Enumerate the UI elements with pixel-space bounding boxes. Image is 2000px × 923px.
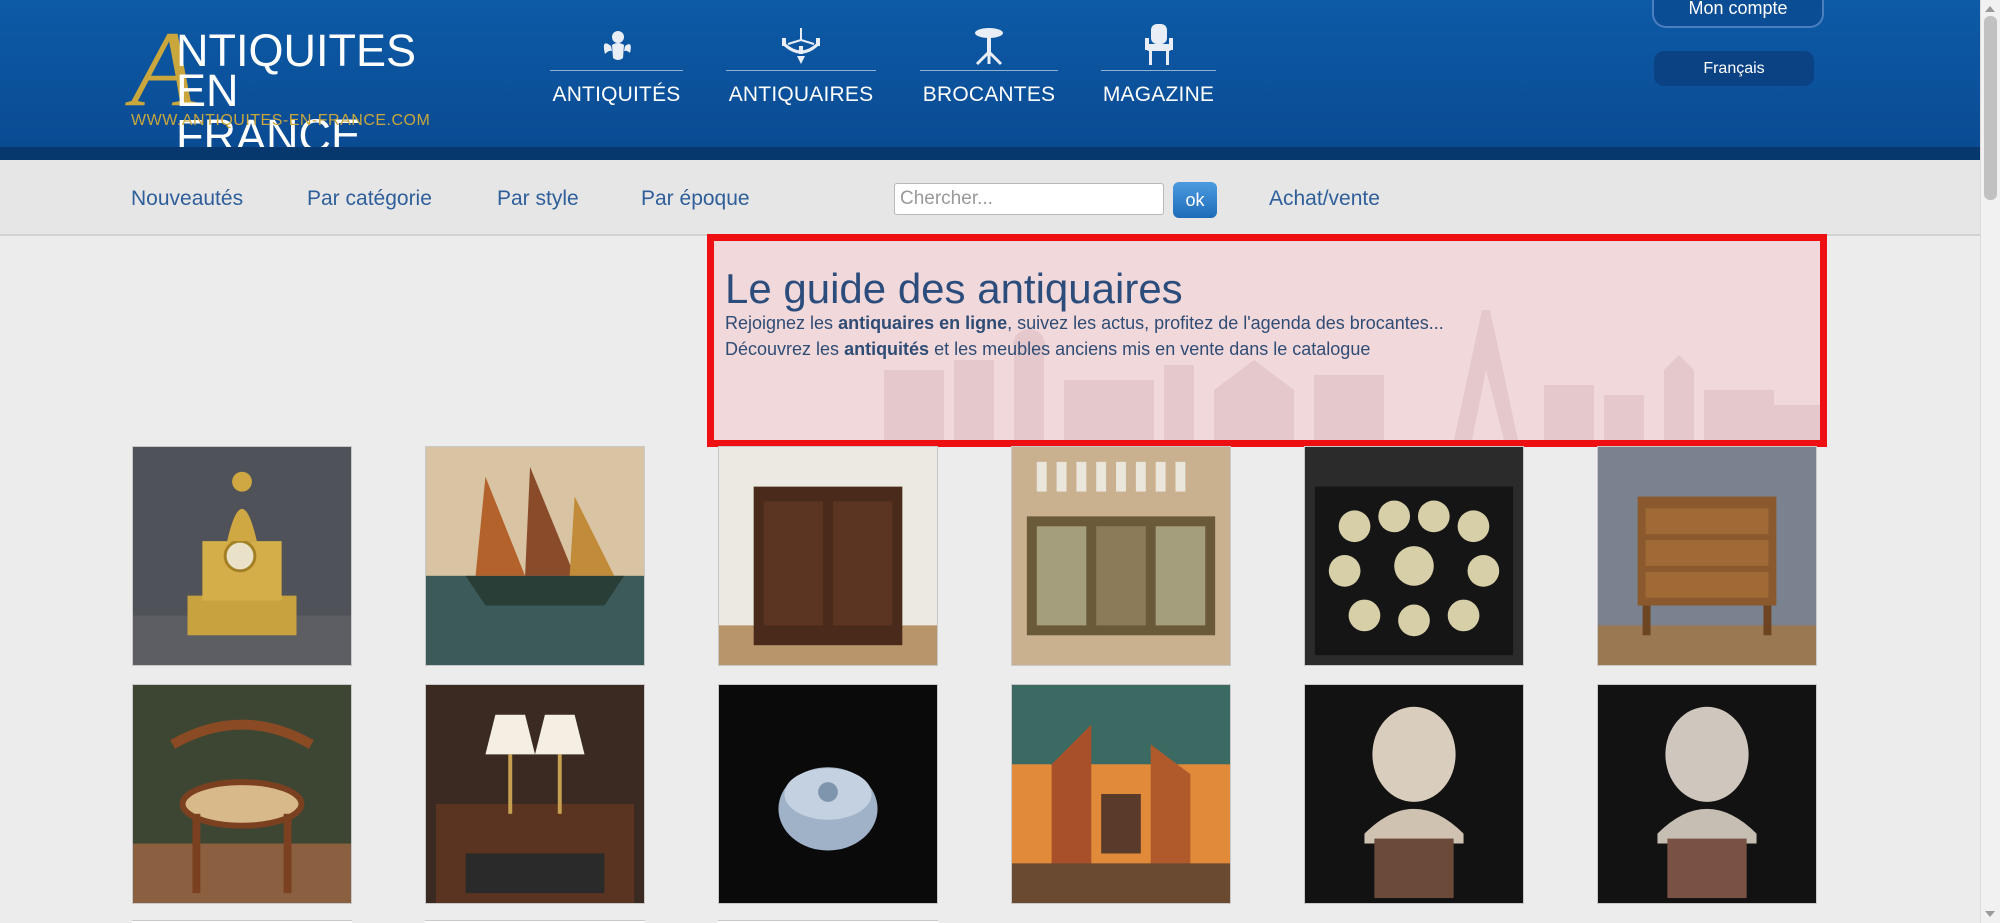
product-grid (132, 446, 1822, 923)
product-thumbnail-writing-desk-with-lamps[interactable] (425, 684, 645, 904)
product-thumbnail-child-bust-sculpture-1[interactable] (1304, 684, 1524, 904)
pedestal-table-icon (975, 28, 1003, 66)
hero-title: Le guide des antiquaires (725, 265, 1183, 312)
product-thumbnail-child-bust-sculpture-2[interactable] (1597, 684, 1817, 904)
nav-label: BROCANTES (922, 83, 1056, 106)
page: A NTIQUITES EN FRANCE WWW.ANTIQUITES-EN-… (0, 0, 2000, 923)
hero-text-line2: Découvrez les antiquités et les meubles … (725, 339, 1371, 359)
product-thumbnail-porcelain-tea-set[interactable] (1304, 446, 1524, 666)
subnav-par-categorie[interactable]: Par catégorie (307, 187, 432, 211)
guide-banner: Le guide des antiquaires Rejoignez les a… (707, 234, 1827, 447)
site-logo[interactable]: A NTIQUITES EN FRANCE WWW.ANTIQUITES-EN-… (131, 16, 436, 159)
product-thumbnail-walnut-corner-cabinet[interactable] (718, 446, 938, 666)
subnav-nouveautes[interactable]: Nouveautés (131, 187, 243, 211)
armchair-icon (1144, 24, 1173, 65)
subnav-par-epoque[interactable]: Par époque (641, 187, 750, 211)
site-header: A NTIQUITES EN FRANCE WWW.ANTIQUITES-EN-… (0, 0, 1980, 160)
nav-label: ANTIQUITÉS (552, 83, 681, 106)
product-thumbnail-bentwood-cane-armchair[interactable] (132, 684, 352, 904)
scrollbar-thumb[interactable] (1984, 16, 1997, 200)
logo-url: WWW.ANTIQUITES-EN-FRANCE.COM (131, 112, 431, 129)
search-input[interactable] (894, 183, 1164, 215)
hero-text-line1: Rejoignez les antiquaires en ligne, suiv… (725, 313, 1444, 333)
link-antiquaires-en-ligne[interactable]: antiquaires en ligne (838, 313, 1007, 333)
nav-label: MAGAZINE (1102, 83, 1215, 106)
vertical-scrollbar[interactable] (1980, 0, 2000, 923)
nav-label: ANTIQUAIRES (728, 83, 874, 106)
header-bottom-strip (0, 147, 1980, 160)
product-thumbnail-sailboats-painting[interactable] (425, 446, 645, 666)
nav-brocantes[interactable]: BROCANTES (920, 22, 1058, 112)
subnav-par-style[interactable]: Par style (497, 187, 579, 211)
language-selector[interactable]: Français (1654, 51, 1814, 86)
subnav-achat-vente[interactable]: Achat/vente (1269, 187, 1380, 211)
nav-antiquaires[interactable]: ANTIQUAIRES (726, 22, 876, 112)
product-thumbnail-glassware-sideboard[interactable] (1011, 446, 1231, 666)
product-thumbnail-glass-flower-box[interactable] (718, 684, 938, 904)
product-thumbnail-ruined-church-painting[interactable] (1011, 684, 1231, 904)
search-submit-button[interactable]: ok (1173, 182, 1217, 218)
scroll-up-arrow-icon[interactable] (1985, 6, 1995, 12)
nav-magazine[interactable]: MAGAZINE (1101, 22, 1216, 112)
cherub-icon (603, 31, 631, 60)
link-antiquites[interactable]: antiquités (844, 339, 929, 359)
my-account-button[interactable]: Mon compte (1652, 0, 1824, 28)
scroll-down-arrow-icon[interactable] (1985, 911, 1995, 917)
product-thumbnail-gilt-bronze-clock[interactable] (132, 446, 352, 666)
secondary-nav: Nouveautés Par catégorie Par style Par é… (0, 160, 1980, 236)
chandelier-icon (782, 28, 820, 64)
product-thumbnail-walnut-chest-of-drawers[interactable] (1597, 446, 1817, 666)
nav-antiquites[interactable]: ANTIQUITÉS (550, 22, 683, 112)
